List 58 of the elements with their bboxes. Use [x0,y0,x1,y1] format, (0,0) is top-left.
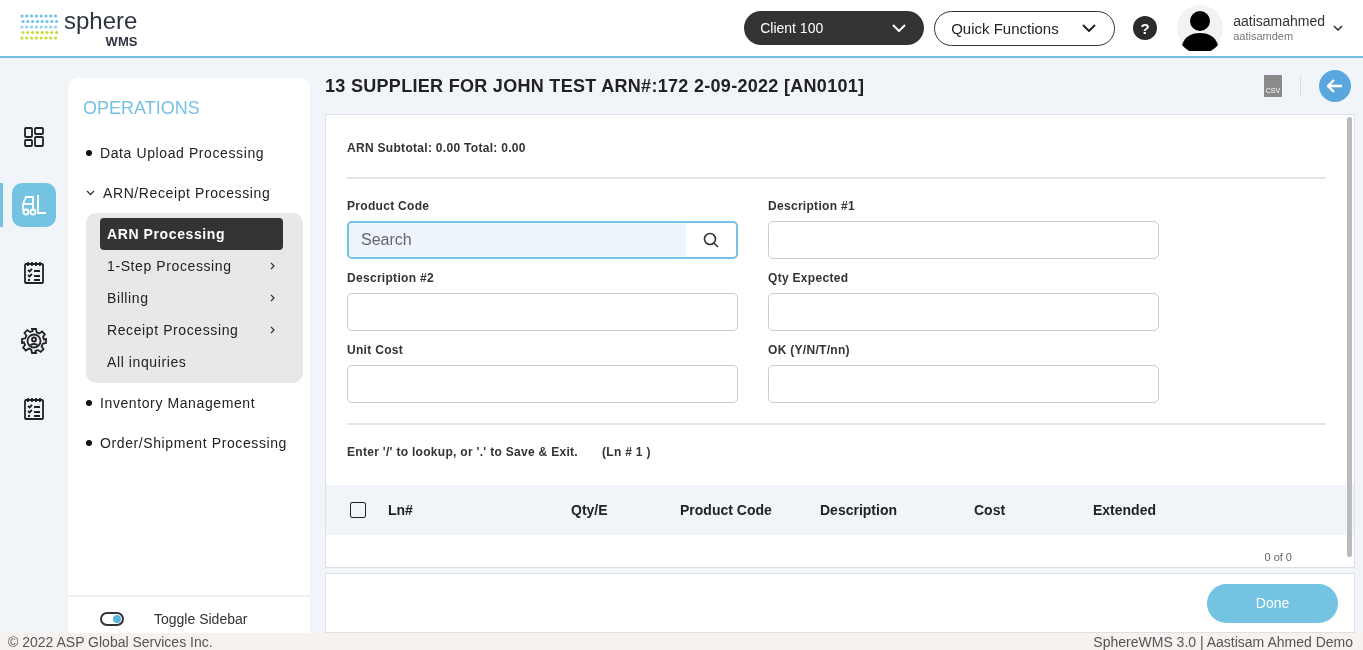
chevron-down-icon [1082,24,1097,32]
menu-item[interactable]: Order/Shipment Processing [68,423,310,463]
arn-totals: ARN Subtotal: 0.00 Total: 0.00 [347,141,1326,179]
column-header[interactable]: Ln# [388,502,571,518]
input-field[interactable] [768,293,1159,331]
column-header[interactable]: Qty/E [571,502,680,518]
user-account: aatisamdem [1233,29,1295,42]
field-label: Qty Expected [768,271,850,285]
help-button[interactable]: ? [1133,16,1158,40]
column-header[interactable]: Description [820,502,974,518]
version-text: SphereWMS 3.0 | Aastisam Ahmed Demo [1093,633,1353,650]
chevron-down-icon [892,24,907,32]
submenu-item[interactable]: All inquiries [100,346,283,378]
line-number: (Ln # 1 ) [602,445,651,459]
column-header[interactable]: Cost [974,502,1093,518]
field-label: OK (Y/N/T/nn) [768,343,851,357]
user-name[interactable]: aatisamahmed [1233,14,1325,30]
logo-subtitle: WMS [105,34,138,48]
quick-functions-dropdown[interactable]: Quick Functions [934,10,1116,46]
chevron-down-icon[interactable] [1333,25,1343,31]
gear-icon[interactable] [20,327,48,355]
back-button[interactable] [1319,70,1351,102]
toggle-switch[interactable] [100,612,124,626]
search-icon[interactable] [703,232,719,248]
input-field[interactable] [768,365,1159,403]
submenu-item[interactable]: Billing [100,282,283,314]
field-label: Description #1 [768,199,856,213]
pager-text: 0 of 0 [1264,551,1292,563]
field-label: Description #2 [347,271,435,285]
submenu-item[interactable]: Receipt Processing [100,314,283,346]
input-field[interactable] [768,221,1159,259]
submenu-item[interactable]: 1-Step Processing [100,250,283,282]
avatar-silhouette[interactable] [1177,5,1224,51]
column-header[interactable]: Extended [1093,502,1193,518]
arrow-left-icon [1327,79,1343,93]
input-field[interactable] [347,293,738,331]
menu-group[interactable]: ARN/Receipt Processing [68,173,310,213]
field-label: Product Code [347,199,431,213]
logo-text: sphere [64,8,138,33]
checklist-icon[interactable] [23,397,45,421]
select-all-checkbox[interactable] [350,502,366,518]
dashboard-icon[interactable] [22,125,46,149]
toggle-label: Toggle Sidebar [154,611,248,627]
submenu-item[interactable]: ARN Processing [100,218,283,250]
copyright-text: © 2022 ASP Global Services Inc. [8,633,213,650]
client-dropdown[interactable]: Client 100 [744,11,925,45]
checklist-icon[interactable] [23,261,45,285]
input-field[interactable] [347,365,738,403]
menu-item[interactable]: Data Upload Processing [68,133,310,173]
hint-text: Enter '/' to lookup, or '.' to Save & Exit. [347,445,578,459]
chevron-down-icon [86,190,95,196]
column-header[interactable]: Product Code [680,502,820,518]
field-label: Unit Cost [347,343,405,357]
page-title: 13 SUPPLIER FOR JOHN TEST ARN#:172 2-09-2022 [AN0101] [325,75,866,97]
search-field[interactable]: Search [347,221,738,259]
scrollbar[interactable] [1347,117,1352,557]
menu-item[interactable]: Inventory Management [68,383,310,423]
section-title: OPERATIONS [83,98,201,119]
